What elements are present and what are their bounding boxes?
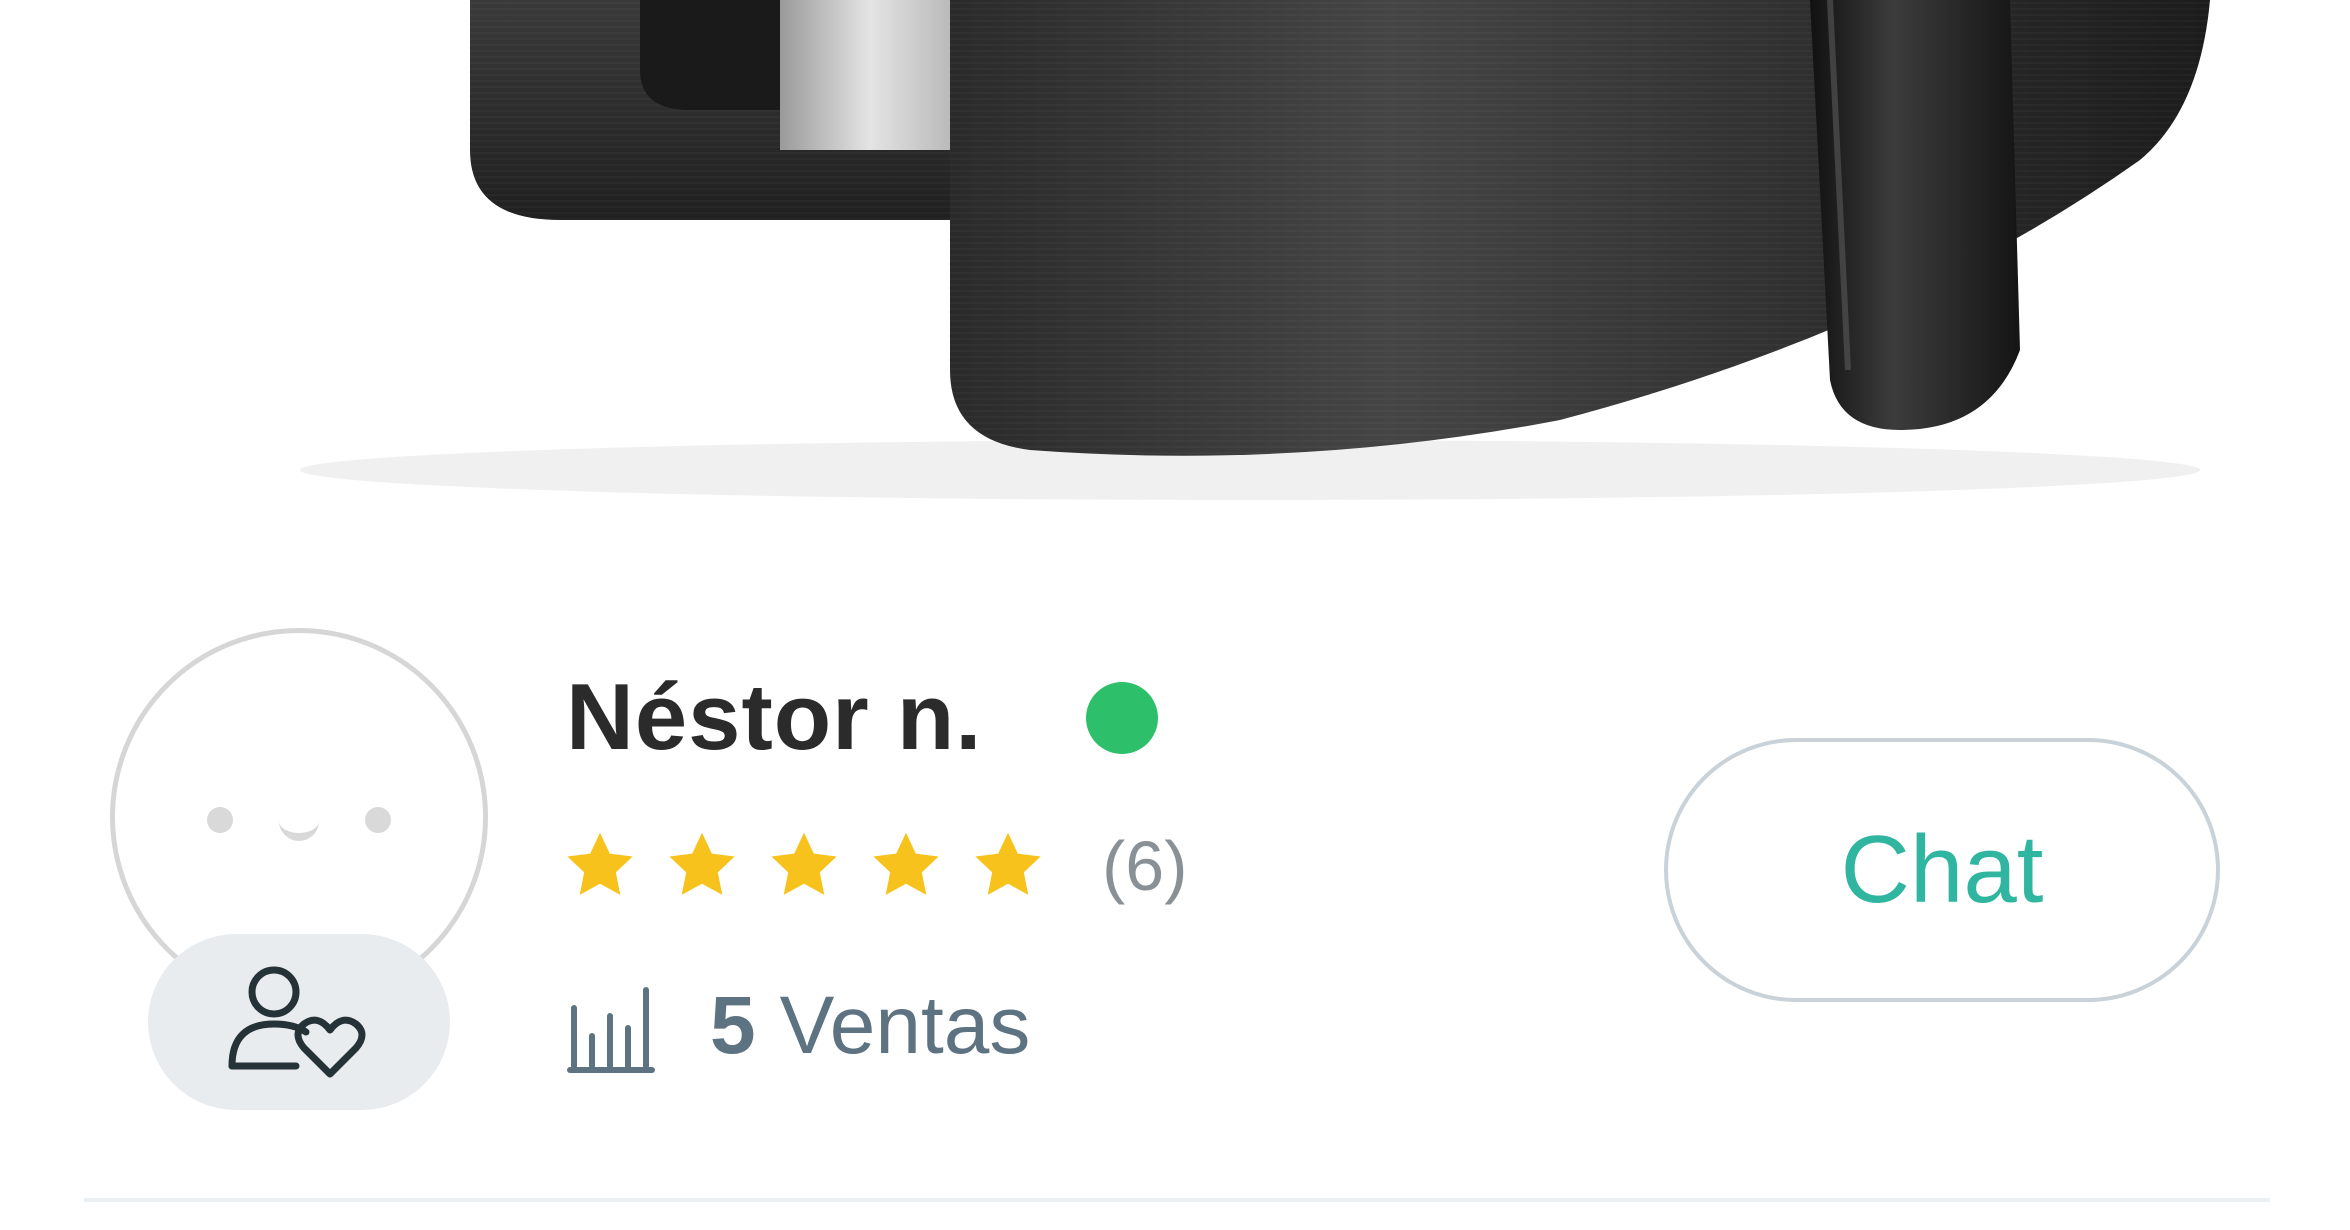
avatar-left-eye: [207, 807, 233, 833]
seller-name[interactable]: Néstor n.: [566, 662, 982, 772]
seller-sales: 5 Ventas: [566, 978, 1030, 1074]
sales-count: 5: [710, 980, 756, 1071]
section-divider: [84, 1198, 2270, 1202]
seller-section-page: Néstor n. (6) 5 Ventas Chat: [0, 0, 2350, 1230]
star-icon: [873, 832, 939, 895]
online-status-dot: [1086, 682, 1158, 754]
follow-seller-button[interactable]: [148, 934, 450, 1110]
star-icon: [771, 832, 837, 895]
air-fryer-photo: [300, 0, 2210, 500]
avatar-mouth: [279, 821, 319, 841]
rating-count: (6): [1102, 827, 1188, 905]
seller-rating[interactable]: (6): [562, 826, 1188, 906]
user-heart-icon: [228, 966, 366, 1078]
star-icon: [567, 832, 633, 895]
avatar-right-eye: [365, 807, 391, 833]
sales-label: Ventas: [779, 980, 1031, 1071]
product-image[interactable]: [0, 0, 2350, 500]
star-icon: [669, 832, 735, 895]
chat-button[interactable]: Chat: [1664, 738, 2220, 1002]
star-icon: [975, 832, 1041, 895]
bar-chart-icon: [567, 987, 655, 1073]
